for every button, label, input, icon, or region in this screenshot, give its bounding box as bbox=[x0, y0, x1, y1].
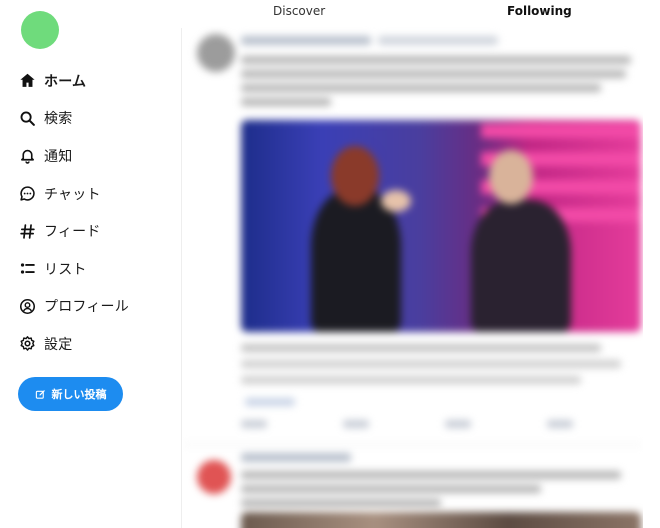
repost-button[interactable] bbox=[343, 420, 369, 428]
edit-icon bbox=[35, 389, 45, 399]
post-author-avatar[interactable] bbox=[197, 460, 231, 494]
sidebar-item-label: チャット bbox=[44, 186, 101, 203]
post-text-line bbox=[241, 471, 621, 479]
sidebar-item-search[interactable]: 検索 bbox=[18, 100, 129, 138]
sidebar-item-label: フィード bbox=[44, 224, 101, 241]
sidebar-item-label: 検索 bbox=[44, 111, 73, 128]
sidebar: ホーム 検索 通知 チャット フィード リスト プロフィール 設定 新しい投稿 bbox=[0, 0, 180, 528]
post-text-line bbox=[241, 499, 441, 507]
image-figure bbox=[489, 150, 533, 204]
sidebar-item-label: ホーム bbox=[44, 73, 87, 90]
tab-discover[interactable]: Discover bbox=[273, 4, 325, 18]
post-caption-line bbox=[241, 344, 601, 352]
post-text-line bbox=[241, 70, 626, 78]
image-figure bbox=[471, 200, 571, 332]
user-avatar[interactable] bbox=[21, 11, 59, 49]
more-button[interactable] bbox=[547, 420, 573, 428]
column-divider bbox=[181, 28, 182, 528]
sidebar-item-lists[interactable]: リスト bbox=[18, 250, 129, 288]
tab-following[interactable]: Following bbox=[507, 4, 572, 18]
sidebar-item-settings[interactable]: 設定 bbox=[18, 325, 129, 363]
search-icon bbox=[18, 109, 36, 127]
profile-icon bbox=[18, 297, 36, 315]
post-caption-line bbox=[241, 376, 581, 384]
sidebar-item-label: リスト bbox=[44, 261, 87, 278]
image-figure bbox=[331, 146, 379, 206]
new-post-button[interactable]: 新しい投稿 bbox=[18, 377, 123, 411]
feed-tabs: Discover Following bbox=[180, 0, 660, 26]
feed-post[interactable] bbox=[183, 26, 643, 445]
new-post-label: 新しい投稿 bbox=[51, 388, 107, 401]
sidebar-item-profile[interactable]: プロフィール bbox=[18, 288, 129, 326]
home-icon bbox=[18, 72, 36, 90]
post-image[interactable] bbox=[241, 120, 641, 332]
post-text-line bbox=[241, 84, 601, 92]
gear-icon bbox=[18, 335, 36, 353]
post-author-avatar[interactable] bbox=[197, 34, 235, 72]
post-text-line bbox=[241, 98, 331, 106]
image-figure bbox=[381, 190, 411, 212]
post-handle bbox=[378, 36, 498, 45]
like-button[interactable] bbox=[445, 420, 471, 428]
sidebar-item-chat[interactable]: チャット bbox=[18, 175, 129, 213]
sidebar-item-notifications[interactable]: 通知 bbox=[18, 137, 129, 175]
post-text-line bbox=[241, 485, 541, 493]
sidebar-item-label: 通知 bbox=[44, 148, 73, 165]
post-caption-line bbox=[241, 360, 621, 368]
post-image[interactable] bbox=[241, 512, 641, 528]
sidebar-item-feeds[interactable]: フィード bbox=[18, 212, 129, 250]
post-author-name[interactable] bbox=[241, 36, 371, 45]
sidebar-item-label: プロフィール bbox=[44, 299, 129, 316]
post-text-line bbox=[241, 56, 631, 64]
sidebar-nav: ホーム 検索 通知 チャット フィード リスト プロフィール 設定 bbox=[18, 62, 129, 363]
sidebar-item-label: 設定 bbox=[44, 336, 73, 353]
post-link[interactable] bbox=[245, 398, 295, 406]
hashtag-icon bbox=[18, 222, 36, 240]
feed bbox=[183, 26, 643, 528]
bell-icon bbox=[18, 147, 36, 165]
post-author-name[interactable] bbox=[241, 453, 351, 462]
image-figure bbox=[311, 190, 401, 332]
reply-button[interactable] bbox=[241, 420, 267, 428]
chat-icon bbox=[18, 185, 36, 203]
image-stripe bbox=[481, 124, 641, 138]
sidebar-item-home[interactable]: ホーム bbox=[18, 62, 129, 100]
list-icon bbox=[18, 260, 36, 278]
